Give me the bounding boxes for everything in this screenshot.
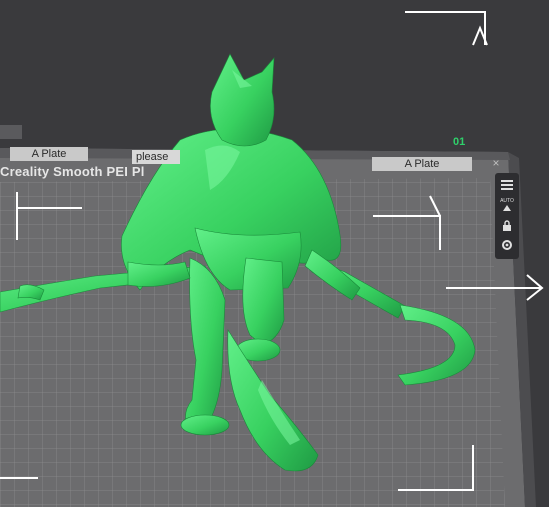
list-icon[interactable] <box>497 176 517 194</box>
lock-icon[interactable] <box>497 216 517 234</box>
plate-toolbar: AUTO <box>495 173 519 259</box>
plate-tab-left[interactable]: A Plate <box>10 147 88 161</box>
close-plate-button[interactable]: × <box>489 156 503 170</box>
plate-tab-right[interactable]: A Plate <box>372 157 472 171</box>
gear-icon[interactable] <box>497 236 517 254</box>
plate-tab-middle[interactable]: please <box>132 150 180 164</box>
plate-index-label: 01 <box>453 136 466 148</box>
plate-name-label: Creality Smooth PEI Pl <box>0 164 145 179</box>
auto-orient-icon[interactable]: AUTO <box>497 196 517 214</box>
plate-list-stub <box>0 125 22 139</box>
3d-viewport[interactable] <box>0 0 549 507</box>
